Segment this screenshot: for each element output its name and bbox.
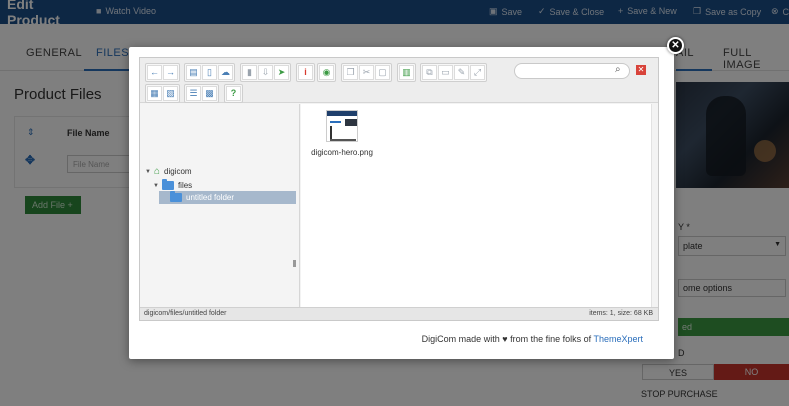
- view-list-icon[interactable]: ☰: [186, 86, 201, 101]
- open-group: ▮ ⇩ ➤: [240, 63, 291, 82]
- info-icon[interactable]: i: [298, 65, 313, 80]
- home-icon: ⌂: [153, 166, 160, 177]
- tree-node-root[interactable]: ▼ ⌂ digicom: [145, 166, 192, 177]
- delete-group: ▥: [397, 63, 416, 82]
- preview-group: ◉: [317, 63, 336, 82]
- file-manager-toolbar: ← → ▤ ▯ ☁ ▮ ⇩ ➤ i ◉ ❐ ✂ ▢ ▥ ⧉ ▭ ✎ ⤢ ▦ ▧ …: [140, 58, 658, 103]
- edit-group: ⧉ ▭ ✎ ⤢: [420, 63, 487, 82]
- search-icon[interactable]: ⌕: [615, 65, 625, 75]
- status-bar: digicom/files/untitled folder items: 1, …: [140, 307, 658, 320]
- file-manager-modal: ← → ▤ ▯ ☁ ▮ ⇩ ➤ i ◉ ❐ ✂ ▢ ▥ ⧉ ▭ ✎ ⤢ ▦ ▧ …: [129, 47, 674, 359]
- folder-tree: ▼ ⌂ digicom ▼ files untitled folder: [140, 104, 300, 307]
- file-ops-group: ▤ ▯ ☁: [184, 63, 235, 82]
- edit-file-icon[interactable]: ✎: [454, 65, 469, 80]
- image-thumbnail: [326, 110, 358, 142]
- file-list: digicom-hero.png: [301, 104, 658, 307]
- clipboard-group: ❐ ✂ ▢: [341, 63, 392, 82]
- new-folder-icon[interactable]: ▤: [186, 65, 201, 80]
- open-icon[interactable]: ▮: [242, 65, 257, 80]
- view-group: ☰ ▩: [184, 84, 219, 103]
- archive-icon[interactable]: ▦: [147, 86, 162, 101]
- close-modal-button[interactable]: ✕: [667, 37, 684, 54]
- file-manager: ← → ▤ ▯ ☁ ▮ ⇩ ➤ i ◉ ❐ ✂ ▢ ▥ ⧉ ▭ ✎ ⤢ ▦ ▧ …: [139, 57, 659, 321]
- themexpert-link[interactable]: ThemeXpert: [593, 334, 643, 344]
- resize-icon[interactable]: ⤢: [470, 65, 485, 80]
- download-icon[interactable]: ⇩: [258, 65, 273, 80]
- extract-icon[interactable]: ▧: [163, 86, 178, 101]
- cut-icon[interactable]: ✂: [359, 65, 374, 80]
- collapse-arrow-icon[interactable]: ▼: [145, 169, 151, 175]
- archive-group: ▦ ▧: [145, 84, 180, 103]
- view-icons-icon[interactable]: ▩: [202, 86, 217, 101]
- duplicate-icon[interactable]: ⧉: [422, 65, 437, 80]
- file-name: digicom-hero.png: [311, 148, 373, 157]
- nav-group: ← →: [145, 63, 180, 82]
- help-icon[interactable]: ?: [226, 86, 241, 101]
- trash-icon[interactable]: ▥: [399, 65, 414, 80]
- tree-node-untitled-folder[interactable]: untitled folder: [170, 191, 234, 202]
- back-icon[interactable]: ←: [147, 65, 162, 80]
- folder-icon: [161, 179, 174, 190]
- copy-icon[interactable]: ❐: [343, 65, 358, 80]
- clear-search-icon[interactable]: ✕: [636, 65, 646, 75]
- close-icon: ✕: [671, 40, 680, 51]
- collapse-arrow-icon[interactable]: ▼: [153, 183, 159, 189]
- new-file-icon[interactable]: ▯: [202, 65, 217, 80]
- file-item[interactable]: digicom-hero.png: [311, 110, 373, 157]
- tree-resize-handle[interactable]: [293, 260, 296, 267]
- preview-icon[interactable]: ◉: [319, 65, 334, 80]
- search-input[interactable]: [514, 63, 630, 79]
- scrollbar[interactable]: [651, 104, 658, 307]
- paste-icon[interactable]: ▢: [375, 65, 390, 80]
- status-info: items: 1, size: 68 KB: [589, 310, 653, 317]
- forward-icon[interactable]: →: [163, 65, 178, 80]
- folder-icon: [170, 191, 182, 202]
- help-group: ?: [224, 84, 243, 103]
- tree-node-files[interactable]: ▼ files: [153, 179, 192, 190]
- modal-footer: DigiCom made with ♥ from the fine folks …: [421, 334, 643, 344]
- select-icon[interactable]: ➤: [274, 65, 289, 80]
- info-group: i: [296, 63, 315, 82]
- heart-icon: ♥: [502, 334, 508, 344]
- upload-icon[interactable]: ☁: [218, 65, 233, 80]
- rename-icon[interactable]: ▭: [438, 65, 453, 80]
- status-path: digicom/files/untitled folder: [144, 310, 227, 317]
